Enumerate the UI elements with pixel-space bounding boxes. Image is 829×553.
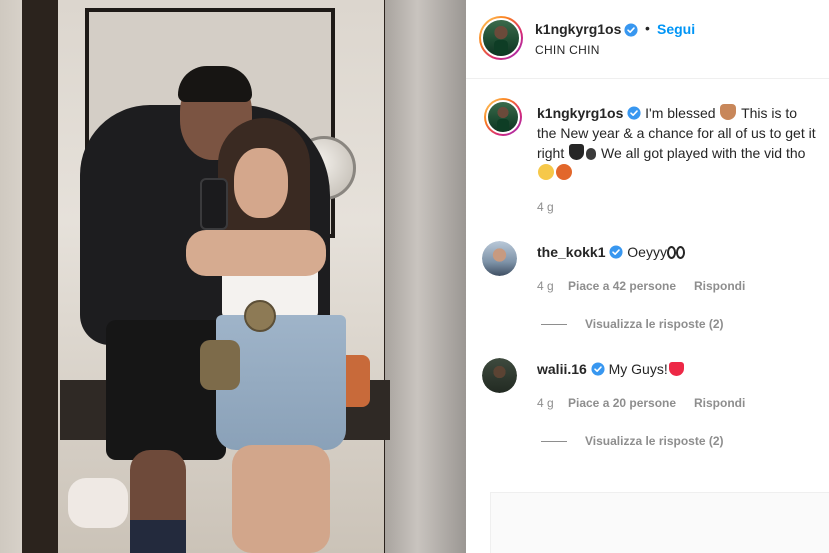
caption-text-1: I'm blessed [645, 105, 716, 121]
view-replies-button[interactable]: Visualizza le risposte (2) [541, 434, 724, 448]
verified-badge-icon [591, 362, 605, 376]
medal [244, 300, 276, 332]
comment-avatar-image [482, 241, 517, 276]
reply-button[interactable]: Rispondi [694, 279, 745, 293]
shower-wall [385, 0, 466, 553]
speaking-head-icon [586, 148, 597, 160]
laughing-face-icon [538, 164, 554, 180]
separator-dot: • [645, 20, 650, 36]
post-header: k1ngkyrg1os • Segui CHIN CHIN [466, 0, 829, 79]
towel [68, 478, 128, 528]
author-avatar[interactable] [479, 16, 523, 60]
post-actions-area [490, 492, 829, 553]
handbag [200, 340, 240, 390]
caption-avatar[interactable] [484, 98, 522, 136]
comment-username[interactable]: the_kokk1 [537, 244, 605, 260]
comment-time[interactable]: 4 g [537, 279, 554, 293]
eyes-icon [675, 246, 685, 259]
comment-text: Oeyyy [627, 244, 667, 260]
basketball-icon [556, 164, 572, 180]
post-location[interactable]: CHIN CHIN [535, 43, 600, 57]
verified-badge-icon [627, 106, 641, 120]
man-sock [130, 520, 186, 553]
comment-body: walii.16 My Guys! [537, 361, 685, 377]
comment-likes[interactable]: Piace a 20 persone [568, 396, 676, 410]
comment-avatar[interactable] [482, 358, 517, 393]
red-heart-icon [668, 362, 684, 376]
smartphone [200, 178, 228, 230]
comment-text: My Guys! [608, 361, 668, 377]
comment-avatar-image [482, 358, 517, 393]
man-hair [178, 66, 252, 102]
comment-avatar[interactable] [482, 241, 517, 276]
comment-username[interactable]: walii.16 [537, 361, 587, 377]
author-username[interactable]: k1ngkyrg1os [535, 21, 621, 37]
comment-body: the_kokk1 Oeyyy [537, 244, 685, 260]
verified-badge-icon [624, 23, 638, 37]
black-heart-icon [569, 144, 585, 160]
comment-time[interactable]: 4 g [537, 396, 554, 410]
follow-button[interactable]: Segui [657, 21, 695, 37]
eyes-icon [666, 246, 676, 259]
woman-arm [186, 230, 326, 276]
post-caption: k1ngkyrg1os I'm blessed This is to the N… [537, 103, 817, 183]
view-replies-label: Visualizza le risposte (2) [585, 434, 724, 448]
caption-time[interactable]: 4 g [537, 200, 554, 214]
verified-badge-icon [609, 245, 623, 259]
caption-avatar-image [486, 100, 520, 134]
view-replies-button[interactable]: Visualizza le risposte (2) [541, 317, 724, 331]
post-side-panel: k1ngkyrg1os • Segui CHIN CHIN k1ngkyrg1o… [466, 0, 829, 553]
caption-text-3: We all got played with the vid tho [601, 145, 806, 161]
view-replies-label: Visualizza le risposte (2) [585, 317, 724, 331]
replies-line [541, 324, 567, 326]
caption-username[interactable]: k1ngkyrg1os [537, 105, 623, 121]
author-avatar-image [481, 18, 521, 58]
comment-likes[interactable]: Piace a 42 persone [568, 279, 676, 293]
praying-hands-icon [720, 104, 737, 120]
woman-leg [232, 445, 330, 553]
post-photo[interactable] [0, 0, 466, 553]
woman-face [234, 148, 288, 218]
replies-line [541, 441, 567, 443]
reply-button[interactable]: Rispondi [694, 396, 745, 410]
